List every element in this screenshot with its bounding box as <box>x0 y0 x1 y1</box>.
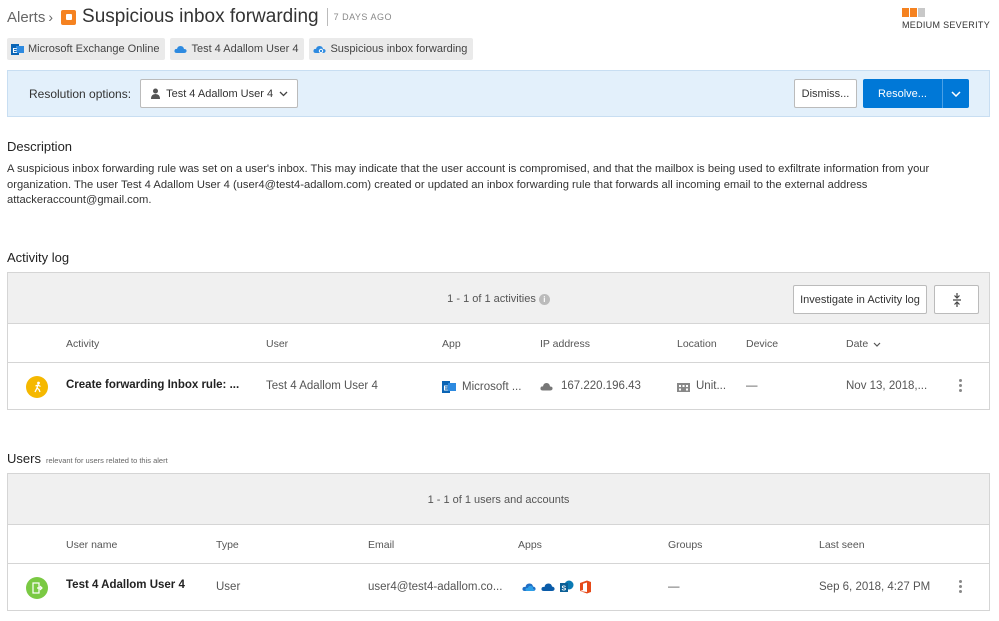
activity-location-label: Unit... <box>696 380 727 392</box>
tag-policy[interactable]: Suspicious inbox forwarding <box>309 38 474 60</box>
severity-label: MEDIUM SEVERITY <box>901 20 990 30</box>
severity-indicator: MEDIUM SEVERITY <box>901 8 990 30</box>
resolution-user-dropdown[interactable]: Test 4 Adallom User 4 <box>140 79 299 108</box>
collapse-icon <box>952 292 961 307</box>
tag-label: Suspicious inbox forwarding <box>330 43 468 55</box>
office-icon[interactable] <box>579 580 592 594</box>
col-user-name[interactable]: User name <box>66 539 117 551</box>
users-subtitle: relevant for users related to this alert <box>45 456 168 465</box>
activity-count-text: 1 - 1 of 1 activities <box>447 293 536 305</box>
activity-ip[interactable]: 167.220.196.43 <box>540 380 641 392</box>
building-icon <box>677 382 690 392</box>
activity-location[interactable]: Unit... <box>677 380 726 392</box>
severity-bar <box>917 8 925 17</box>
col-last-seen[interactable]: Last seen <box>819 539 865 551</box>
breadcrumb-separator: › <box>48 9 54 25</box>
activity-log-heading: Activity log <box>7 250 70 265</box>
row-separator <box>8 563 989 564</box>
person-icon <box>151 88 161 99</box>
row-menu-icon[interactable] <box>958 379 962 392</box>
page-header: Alerts › Suspicious inbox forwarding 7 D… <box>7 5 392 29</box>
chevron-down-icon <box>279 91 288 96</box>
user-name[interactable]: Test 4 Adallom User 4 <box>66 579 185 591</box>
collapse-button[interactable] <box>934 285 979 314</box>
user-account-icon <box>26 577 48 599</box>
user-type: User <box>216 581 241 593</box>
col-ip[interactable]: IP address <box>540 338 590 350</box>
users-heading: Users relevant for users related to this… <box>7 451 168 466</box>
col-email[interactable]: Email <box>368 539 394 551</box>
users-toolbar: 1 - 1 of 1 users and accounts <box>8 474 989 525</box>
users-panel: 1 - 1 of 1 users and accounts User name … <box>7 473 990 611</box>
resolution-user-value: Test 4 Adallom User 4 <box>166 87 274 100</box>
col-activity[interactable]: Activity <box>66 338 99 350</box>
activity-app-label: Microsoft ... <box>462 381 522 393</box>
user-apps: S <box>522 580 592 594</box>
resolve-options-button[interactable] <box>943 79 969 108</box>
activity-date: Nov 13, 2018,... <box>846 380 928 392</box>
alert-tags: E Microsoft Exchange Online Test 4 Adall… <box>7 38 474 60</box>
tag-user[interactable]: Test 4 Adallom User 4 <box>170 38 305 60</box>
cloud-user-icon <box>174 44 188 55</box>
sharepoint-icon[interactable]: S <box>560 580 574 594</box>
activity-app[interactable]: E Microsoft ... <box>442 380 521 394</box>
resolution-bar: Resolution options: Test 4 Adallom User … <box>7 70 990 117</box>
severity-bar <box>909 8 917 17</box>
exchange-icon: E <box>442 381 456 393</box>
breadcrumb-alerts[interactable]: Alerts <box>7 9 45 26</box>
activity-user[interactable]: Test 4 Adallom User 4 <box>266 380 378 392</box>
svg-text:E: E <box>13 48 18 55</box>
onedrive-icon[interactable] <box>522 582 536 592</box>
dismiss-button[interactable]: Dismiss... <box>794 79 857 108</box>
cloud-icon <box>540 382 553 390</box>
col-apps[interactable]: Apps <box>518 539 542 551</box>
resolve-button[interactable]: Resolve... <box>863 79 943 108</box>
svg-text:E: E <box>444 386 449 393</box>
alert-icon <box>61 9 77 25</box>
severity-bar <box>901 8 909 17</box>
exchange-icon: E <box>11 43 24 56</box>
activity-device: — <box>746 380 758 392</box>
col-date[interactable]: Date <box>846 338 881 350</box>
users-count: 1 - 1 of 1 users and accounts <box>427 494 570 506</box>
activity-ip-label: 167.220.196.43 <box>561 380 641 392</box>
svg-text:S: S <box>562 586 567 593</box>
col-groups[interactable]: Groups <box>668 539 702 551</box>
activity-log-panel: 1 - 1 of 1 activities i Investigate in Ac… <box>7 272 990 410</box>
col-app[interactable]: App <box>442 338 461 350</box>
info-icon[interactable]: i <box>538 293 550 305</box>
alert-age: 7 DAYS AGO <box>333 12 392 22</box>
row-separator <box>8 362 989 363</box>
cloud-icon[interactable] <box>541 582 555 592</box>
col-type[interactable]: Type <box>216 539 239 551</box>
row-menu-icon[interactable] <box>958 580 962 593</box>
col-user[interactable]: User <box>266 338 288 350</box>
sort-desc-icon <box>873 342 881 347</box>
title-divider <box>326 8 328 26</box>
tag-label: Test 4 Adallom User 4 <box>191 43 299 55</box>
users-title: Users <box>7 451 41 466</box>
tag-exchange[interactable]: E Microsoft Exchange Online <box>7 38 166 60</box>
cloud-policy-icon <box>313 44 327 55</box>
resolution-label: Resolution options: <box>29 86 132 101</box>
tag-label: Microsoft Exchange Online <box>28 43 160 55</box>
description-text: A suspicious inbox forwarding rule was s… <box>7 163 930 207</box>
activity-log-toolbar: 1 - 1 of 1 activities i Investigate in Ac… <box>8 273 989 324</box>
user-last-seen: Sep 6, 2018, 4:27 PM <box>819 581 931 593</box>
severity-bars <box>901 8 990 17</box>
user-email[interactable]: user4@test4-adallom.co... <box>368 581 502 593</box>
page-title: Suspicious inbox forwarding <box>82 6 319 27</box>
col-date-label: Date <box>846 338 869 350</box>
chevron-down-icon <box>951 90 961 97</box>
description-heading: Description <box>7 139 73 154</box>
activity-run-icon <box>26 376 48 398</box>
col-location[interactable]: Location <box>677 338 717 350</box>
activity-name[interactable]: Create forwarding Inbox rule: ... <box>66 379 239 391</box>
user-groups: — <box>668 581 680 593</box>
col-device[interactable]: Device <box>746 338 778 350</box>
investigate-button[interactable]: Investigate in Activity log <box>793 285 927 314</box>
